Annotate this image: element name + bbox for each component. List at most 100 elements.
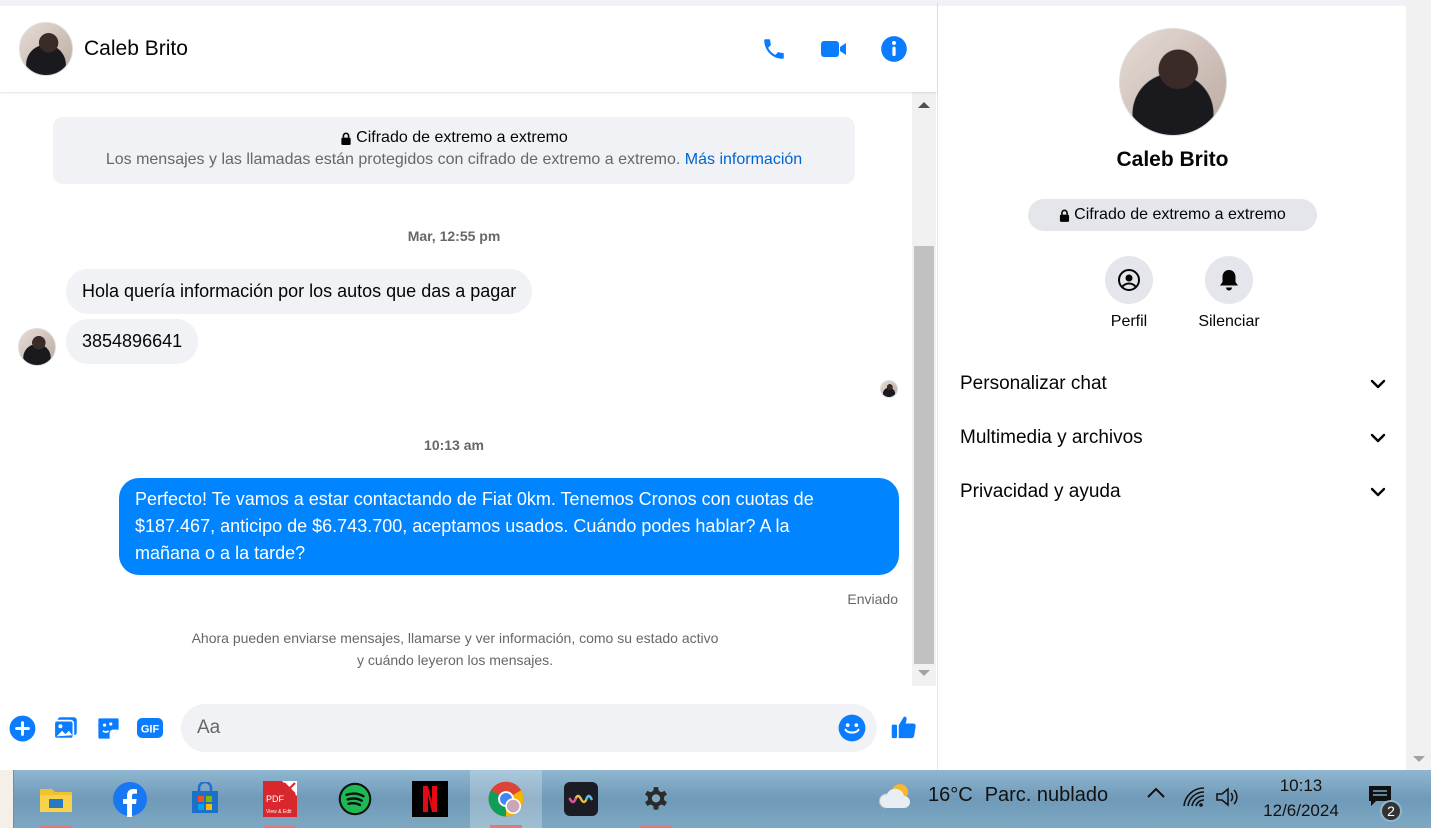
- outgoing-message[interactable]: Perfecto! Te vamos a estar contactando d…: [119, 478, 899, 575]
- sticker-button[interactable]: [94, 714, 122, 742]
- store-icon: [192, 782, 218, 813]
- taskbar-settings[interactable]: [627, 770, 685, 828]
- plus-circle-icon: [9, 715, 35, 741]
- send-like-button[interactable]: [890, 713, 918, 741]
- message-timestamp: Mar, 12:55 pm: [407, 228, 501, 244]
- outgoing-message-line: mañana o a la tarde?: [135, 543, 306, 563]
- sent-status: Enviado: [847, 591, 898, 607]
- lock-icon: [1060, 209, 1070, 222]
- more-actions-button[interactable]: [8, 714, 36, 742]
- privacy-footer-note: Ahora pueden enviarse mensajes, llamarse…: [130, 627, 780, 671]
- show-desktop-edge: [0, 770, 14, 828]
- partly-cloudy-icon: [879, 784, 910, 809]
- taskbar-facebook[interactable]: [101, 770, 159, 828]
- section-label: Multimedia y archivos: [960, 427, 1143, 448]
- profile-avatar[interactable]: [1119, 28, 1227, 136]
- scroll-down-arrow-icon[interactable]: [1413, 756, 1425, 762]
- smiley-icon: [838, 714, 866, 742]
- clock-date: 12/6/2024: [1263, 801, 1339, 820]
- clock-time: 10:13: [1279, 776, 1323, 795]
- emoji-button[interactable]: [838, 714, 866, 747]
- gear-icon: [645, 787, 667, 810]
- incoming-message[interactable]: Hola quería información por los autos qu…: [66, 269, 533, 314]
- volume-control[interactable]: [1215, 786, 1241, 808]
- message-input[interactable]: [181, 704, 821, 752]
- conversation-info-button[interactable]: [879, 34, 909, 64]
- section-customize-chat[interactable]: Personalizar chat: [960, 364, 1386, 404]
- audio-call-button[interactable]: [759, 34, 789, 64]
- profile-button[interactable]: Perfil: [1098, 256, 1160, 331]
- video-call-button[interactable]: [819, 34, 849, 64]
- bell-icon: [1220, 270, 1238, 291]
- conversation-details-panel: Caleb Brito Cifrado de extremo a extremo…: [937, 0, 1406, 770]
- video-camera-icon: [821, 41, 846, 57]
- message-input-wrapper: [181, 704, 877, 752]
- chevron-down-icon: [1370, 433, 1386, 443]
- taskbar-clock[interactable]: 10:13 12/6/2024: [1256, 773, 1346, 823]
- contact-name[interactable]: Caleb Brito: [84, 37, 188, 61]
- spotify-icon: [338, 782, 372, 816]
- info-icon: [881, 36, 907, 62]
- outgoing-message-line: Perfecto! Te vamos a estar contactando d…: [135, 489, 814, 509]
- taskbar-weather[interactable]: 16°C Parc. nublado: [878, 778, 1108, 812]
- encryption-notice: Cifrado de extremo a extremo Los mensaje…: [53, 117, 855, 184]
- notification-count-badge: 2: [1380, 800, 1402, 822]
- taskbar-netflix[interactable]: [401, 770, 459, 828]
- message-timestamp: 10:13 am: [424, 437, 484, 453]
- show-hidden-icons-button[interactable]: [1146, 786, 1166, 800]
- taskbar-microsoft-store[interactable]: [176, 770, 234, 828]
- contact-avatar[interactable]: [19, 22, 73, 76]
- scroll-up-arrow-icon[interactable]: [918, 102, 930, 108]
- wifi-icon: [1183, 787, 1205, 807]
- incoming-message[interactable]: 3854896641: [66, 319, 199, 364]
- message-composer: GIF: [0, 686, 937, 770]
- page-scrollbar[interactable]: [1406, 0, 1431, 770]
- chat-header: Caleb Brito: [0, 0, 937, 92]
- chevron-up-icon: [1147, 787, 1165, 798]
- message-thread: Cifrado de extremo a extremo Los mensaje…: [0, 92, 912, 686]
- lock-icon: [341, 132, 351, 145]
- chevron-down-icon: [1370, 487, 1386, 497]
- section-label: Privacidad y ayuda: [960, 481, 1121, 502]
- speaker-icon: [1216, 787, 1238, 807]
- sticker-icon: [97, 717, 119, 739]
- netflix-icon: [412, 781, 448, 817]
- mute-button[interactable]: Silenciar: [1198, 256, 1260, 331]
- profile-name: Caleb Brito: [1116, 148, 1229, 171]
- taskbar-wave-app[interactable]: [552, 770, 610, 828]
- svg-text:View & Edit: View & Edit: [266, 809, 292, 815]
- wave-app-icon: [564, 782, 598, 816]
- network-status[interactable]: [1182, 786, 1206, 808]
- profile-button-label: Perfil: [1110, 313, 1148, 330]
- phone-icon: [764, 39, 784, 59]
- attach-photo-button[interactable]: [51, 714, 79, 742]
- footer-note-line: Ahora pueden enviarse mensajes, llamarse…: [191, 630, 719, 646]
- scroll-thumb[interactable]: [914, 246, 934, 664]
- gif-button[interactable]: GIF: [136, 714, 164, 742]
- sender-avatar[interactable]: [18, 328, 56, 366]
- profile-actions: Perfil Silenciar: [1098, 256, 1260, 331]
- mute-button-label: Silenciar: [1198, 313, 1260, 330]
- scroll-down-arrow-icon[interactable]: [918, 670, 930, 676]
- taskbar-spotify[interactable]: [326, 770, 384, 828]
- gif-icon: GIF: [137, 718, 163, 738]
- taskbar-pdf-editor[interactable]: PDF View & Edit: [251, 770, 309, 828]
- read-receipt-avatar: [880, 380, 898, 398]
- encryption-badge-label: Cifrado de extremo a extremo: [1074, 206, 1286, 223]
- encryption-notice-title: Cifrado de extremo a extremo: [356, 129, 568, 146]
- section-privacy-help[interactable]: Privacidad y ayuda: [960, 472, 1386, 512]
- taskbar-file-explorer[interactable]: [27, 770, 85, 828]
- footer-note-line: y cuándo leyeron los mensajes.: [356, 652, 554, 668]
- message-scrollbar[interactable]: [912, 92, 936, 686]
- header-actions: [759, 34, 909, 64]
- weather-temperature: 16°C: [928, 783, 973, 806]
- weather-description: Parc. nublado: [984, 783, 1109, 806]
- more-info-link[interactable]: Más información: [685, 151, 802, 168]
- section-media-files[interactable]: Multimedia y archivos: [960, 418, 1386, 458]
- taskbar-chrome[interactable]: [470, 770, 542, 828]
- svg-text:PDF: PDF: [266, 794, 285, 804]
- folder-icon: [40, 789, 72, 812]
- encryption-badge: Cifrado de extremo a extremo: [1028, 199, 1317, 231]
- image-gallery-icon: [52, 716, 77, 739]
- svg-text:GIF: GIF: [141, 724, 160, 736]
